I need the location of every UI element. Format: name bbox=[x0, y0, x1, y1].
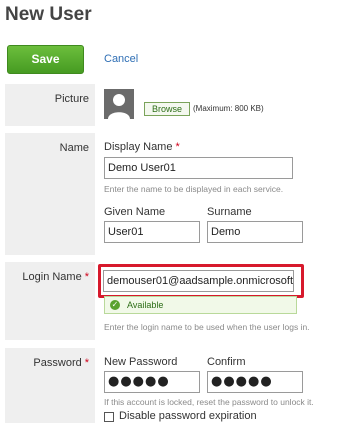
browse-button[interactable]: Browse bbox=[144, 102, 190, 116]
picture-label-cell: Picture bbox=[5, 84, 95, 126]
cancel-link[interactable]: Cancel bbox=[104, 53, 138, 65]
password-label: Password * bbox=[33, 357, 89, 369]
disable-expiration-checkbox[interactable] bbox=[104, 412, 114, 422]
picture-size-note: (Maximum: 800 KB) bbox=[193, 104, 264, 113]
name-label-cell: Name bbox=[5, 133, 95, 255]
display-name-input[interactable]: Demo User01 bbox=[104, 157, 293, 179]
display-name-label: Display Name * bbox=[104, 141, 180, 153]
picture-label: Picture bbox=[54, 93, 89, 105]
disable-expiration-label: Disable password expiration bbox=[119, 410, 257, 422]
confirm-password-input[interactable]: ●●●●● bbox=[207, 371, 303, 393]
avatar-placeholder-icon bbox=[104, 89, 134, 119]
display-name-hint: Enter the name to be displayed in each s… bbox=[104, 184, 284, 194]
new-password-input[interactable]: ●●●●● bbox=[104, 371, 200, 393]
check-icon: ✓ bbox=[110, 300, 120, 310]
given-name-label: Given Name bbox=[104, 206, 166, 218]
password-label-cell: Password * bbox=[5, 348, 95, 423]
surname-label: Surname bbox=[207, 206, 252, 218]
save-button[interactable]: Save bbox=[7, 45, 84, 74]
login-name-label: Login Name * bbox=[22, 271, 89, 283]
confirm-password-label: Confirm bbox=[207, 356, 246, 368]
surname-input[interactable]: Demo bbox=[207, 221, 303, 243]
new-password-label: New Password bbox=[104, 356, 178, 368]
password-hint: If this account is locked, reset the pas… bbox=[104, 397, 314, 407]
availability-status: ✓ Available bbox=[104, 296, 297, 314]
availability-text: Available bbox=[127, 300, 164, 310]
page-title: New User bbox=[5, 4, 92, 25]
name-label: Name bbox=[59, 142, 89, 154]
given-name-input[interactable]: User01 bbox=[104, 221, 200, 243]
login-name-input[interactable]: demouser01@aadsample.onmicrosoft bbox=[103, 270, 294, 292]
login-name-hint: Enter the login name to be used when the… bbox=[104, 322, 310, 332]
login-name-label-cell: Login Name * bbox=[5, 262, 95, 340]
